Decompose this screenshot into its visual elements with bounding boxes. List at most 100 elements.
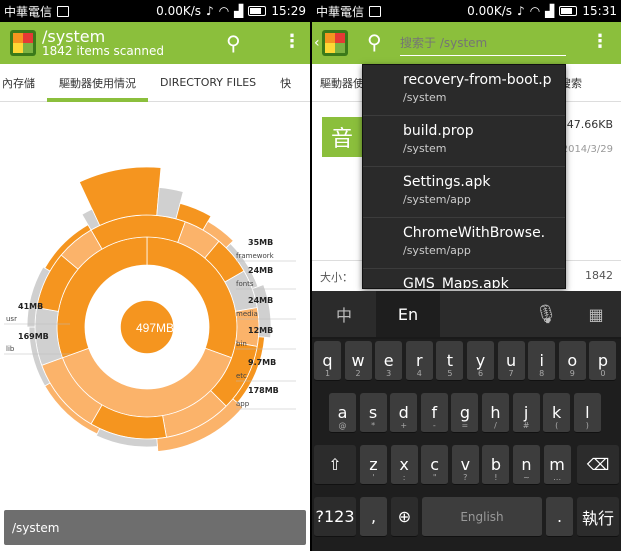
- key-v[interactable]: v?: [451, 445, 479, 485]
- key-u[interactable]: u7: [497, 341, 525, 381]
- key-label: ⇧: [328, 455, 342, 474]
- status-bar: 中華電信 0.00K/s ♪ ◠ ▟ 15:29: [0, 0, 310, 22]
- enter-key[interactable]: 執行: [577, 497, 619, 537]
- key-label: e: [383, 351, 394, 370]
- size-value: 1842: [585, 269, 613, 282]
- key-g[interactable]: g =: [451, 393, 479, 433]
- globe-icon[interactable]: ⊕: [391, 497, 418, 537]
- key-t[interactable]: t5: [436, 341, 464, 381]
- key-y[interactable]: y6: [467, 341, 494, 381]
- keyboard-settings-icon[interactable]: ▦: [571, 291, 621, 337]
- slice-name-label: usr: [6, 315, 17, 323]
- key-label: w: [351, 351, 365, 370]
- sunburst-chart[interactable]: 497MB 35MB framework 24MB fonts 24MB media 12M…: [0, 103, 310, 503]
- key-label: t: [446, 351, 454, 370]
- microphone-icon[interactable]: 🎙: [521, 291, 571, 337]
- key-c[interactable]: c ": [421, 445, 449, 485]
- key-w[interactable]: w2: [344, 341, 372, 381]
- search-icon[interactable]: ⚲: [226, 31, 241, 55]
- shift-key-icon[interactable]: ⇧: [314, 445, 356, 485]
- key-r[interactable]: r4: [405, 341, 433, 381]
- space-key[interactable]: English: [422, 497, 542, 537]
- signal-icon: ▟: [545, 4, 555, 18]
- search-input[interactable]: [400, 30, 566, 56]
- suggestion-item[interactable]: GMS_Maps.apk: [363, 269, 565, 289]
- key-s[interactable]: s *: [359, 393, 387, 433]
- key-alt-label: !: [494, 473, 498, 482]
- key-p[interactable]: p0: [589, 341, 617, 381]
- key-a[interactable]: a @: [329, 393, 356, 433]
- key-alt-label: 5: [447, 369, 453, 378]
- key-label: o: [567, 351, 578, 370]
- tab-drive-usage[interactable]: 驅動器使用情況: [47, 64, 148, 102]
- slice-name-label: media: [236, 310, 258, 318]
- slice-size-label: 178MB: [248, 386, 279, 395]
- search-icon: ⚲: [367, 30, 382, 54]
- suggestion-item[interactable]: ChromeWithBrowse. /system/app: [363, 218, 565, 269]
- slice-name-label: etc: [236, 372, 247, 380]
- app-logo-icon[interactable]: [321, 30, 348, 56]
- key-l[interactable]: l): [573, 393, 601, 433]
- slice-size-label: 35MB: [248, 238, 273, 247]
- overflow-menu-icon[interactable]: ⋮: [591, 31, 609, 52]
- battery-icon: [248, 6, 267, 16]
- key-alt-label: @: [338, 421, 347, 430]
- key-alt-label: 1: [324, 369, 331, 378]
- key-d[interactable]: d +: [390, 393, 418, 433]
- tab-internal[interactable]: 內存儲: [0, 64, 47, 102]
- key-alt-label: ': [372, 473, 375, 482]
- slice-name-label: fonts: [236, 280, 254, 288]
- suggestion-name: GMS_Maps.apk: [403, 276, 509, 289]
- battery-icon: [559, 6, 578, 16]
- key-k[interactable]: k(: [543, 393, 571, 433]
- key-b[interactable]: b!: [482, 445, 510, 485]
- carrier-label: 中華電信: [316, 4, 365, 19]
- back-chevron-icon[interactable]: ‹: [314, 35, 320, 51]
- suggestion-path: /system/app: [403, 193, 471, 206]
- key-alt-label: =: [461, 421, 469, 430]
- backspace-key-icon[interactable]: ⌫: [577, 445, 619, 485]
- key-label: h: [490, 403, 501, 422]
- overflow-menu-icon[interactable]: ⋮: [283, 31, 301, 52]
- key-m[interactable]: m…: [543, 445, 571, 485]
- path-text: /system: [12, 520, 60, 535]
- key-e[interactable]: e3: [375, 341, 403, 381]
- suggestion-item[interactable]: recovery-from-boot.p/system: [363, 65, 565, 116]
- key-j[interactable]: j #: [512, 393, 540, 433]
- key-z[interactable]: z ': [360, 445, 387, 485]
- suggestion-item[interactable]: build.prop/system: [363, 116, 565, 167]
- key-h[interactable]: h /: [482, 393, 509, 433]
- tab-directory-files[interactable]: DIRECTORY FILES: [148, 64, 268, 102]
- tab-bar: 內存儲 驅動器使用情況 DIRECTORY FILES 快: [0, 64, 310, 102]
- key-alt-label: 3: [386, 369, 392, 378]
- key-f[interactable]: f-: [420, 393, 448, 433]
- network-speed: 0.00K/s: [156, 4, 202, 18]
- key-alt-label: 9: [569, 369, 575, 378]
- key-alt-label: 6: [477, 369, 484, 378]
- key-o[interactable]: o9: [558, 341, 586, 381]
- lang-english-key[interactable]: En: [376, 291, 440, 337]
- key-n[interactable]: n ~: [513, 445, 540, 485]
- key-i[interactable]: i8: [528, 341, 556, 381]
- key-label: .: [556, 507, 563, 526]
- soft-keyboard: 中 En 🎙 ▦ q 1 w 2 e 3 r 4 t 5 y 6 u 7 i 8 o 9 p 0 a @ s * d + f - g = h…: [312, 291, 621, 551]
- slice-size-label: 24MB: [248, 296, 273, 305]
- suggestion-path: /system/app: [403, 244, 471, 257]
- key-alt-label: 2: [355, 369, 361, 378]
- clock: 15:31: [582, 4, 617, 18]
- key-alt-label: 7: [508, 369, 514, 378]
- comma-key[interactable]: ,: [360, 497, 387, 537]
- key-q[interactable]: q1: [314, 341, 341, 381]
- path-bar[interactable]: /system: [4, 510, 306, 545]
- key-x[interactable]: x:: [390, 445, 418, 485]
- lang-chinese-key[interactable]: 中: [312, 291, 376, 337]
- period-key[interactable]: .: [546, 497, 573, 537]
- key-label: k: [552, 403, 562, 422]
- app-logo-icon[interactable]: [10, 30, 36, 56]
- symbols-key[interactable]: ?123: [314, 497, 356, 537]
- suggestion-item[interactable]: Settings.apk/system/app: [363, 167, 565, 218]
- tab-quick[interactable]: 快: [268, 64, 303, 102]
- key-alt-label: +: [400, 421, 408, 430]
- key-label: d: [398, 403, 409, 422]
- file-date: 2014/3/29: [561, 144, 613, 155]
